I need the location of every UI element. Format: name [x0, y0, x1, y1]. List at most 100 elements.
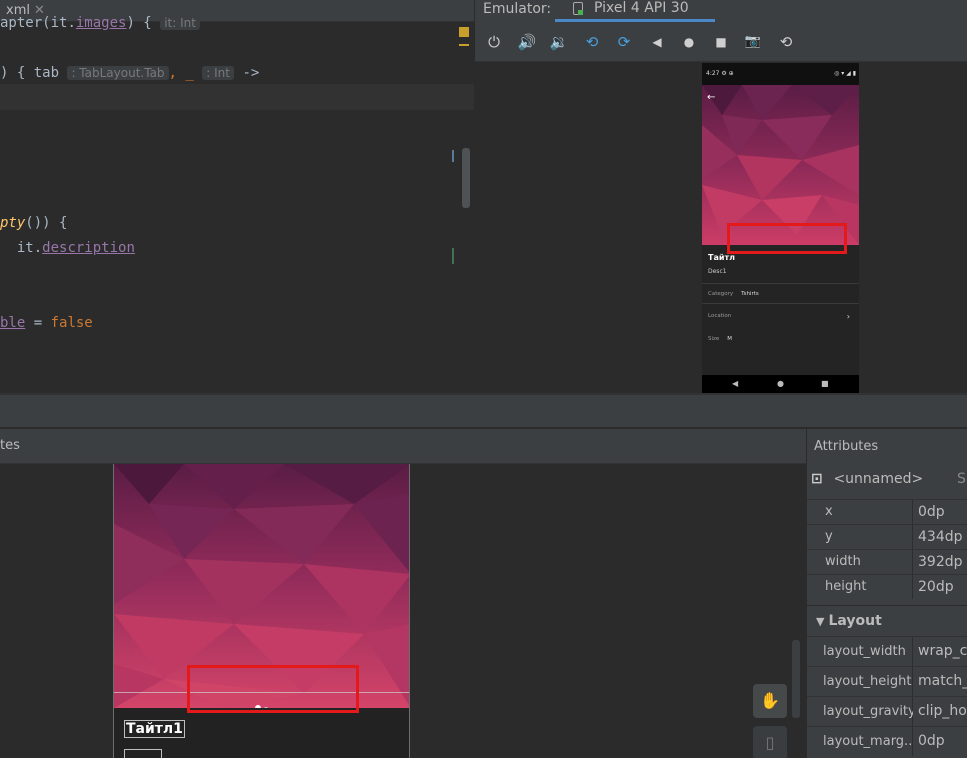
attr-row-x[interactable]: x 0dp	[807, 499, 967, 524]
code-line-4[interactable]: it.description	[0, 238, 135, 258]
size-value: M	[727, 336, 733, 342]
code-line-1[interactable]: apter(it.images) { it: Int	[0, 13, 200, 33]
attr-value[interactable]: match_	[913, 667, 967, 696]
layer-icon[interactable]: ▯	[753, 726, 787, 758]
emulator-toolbar: ⏻ 🔊 🔉 ⟲ ⟳ ◀ ● ■ 📷 ⟲	[475, 22, 967, 62]
layout-section-header[interactable]: ▼ Layout	[807, 605, 967, 636]
code-token: ) { tab	[0, 65, 60, 81]
canvas-scrollbar[interactable]	[792, 640, 800, 718]
category-label: Category	[708, 291, 734, 297]
phone-subtitle: Desc1	[708, 268, 727, 275]
code-line-5[interactable]: ble = false	[0, 313, 93, 333]
component-icon: ⊡	[811, 471, 823, 487]
code-token: pty	[0, 215, 26, 231]
layout-inspector-toolbar	[0, 395, 967, 428]
selection-highlight	[187, 665, 359, 713]
attr-value[interactable]: 0dp	[913, 727, 967, 756]
preview-title[interactable]: Тайтл1	[124, 720, 185, 738]
category-row: Category Tshirts	[708, 291, 759, 297]
attr-key: layout_height	[807, 667, 913, 696]
attr-row-height[interactable]: height 20dp	[807, 574, 967, 599]
emulator-label: Emulator:	[483, 1, 552, 17]
code-token: ) {	[126, 15, 152, 31]
emulator-header: Emulator: Pixel 4 API 30	[475, 0, 967, 22]
divider	[702, 303, 859, 304]
code-line-3[interactable]: pty()) {	[0, 213, 67, 233]
rotate-right-icon[interactable]: ⟳	[614, 32, 634, 52]
attr-value[interactable]: 434dp	[913, 525, 967, 549]
back-icon[interactable]: ◀	[647, 32, 667, 52]
phone-nav-bar: ◀ ● ■	[702, 375, 859, 393]
attributes-panel: Attributes ⊡ <unnamed> Sl x 0dp y 434dp …	[806, 429, 967, 758]
gutter-change-marker	[452, 150, 454, 162]
status-icons: ◎ ▾ ◢ ▮	[834, 70, 856, 77]
panel-label: tes	[0, 438, 20, 453]
back-arrow-icon[interactable]: ←	[707, 92, 715, 103]
attr-key: y	[807, 525, 913, 549]
attr-row-layout-gravity[interactable]: layout_gravity clip_ho	[807, 696, 967, 726]
tab-device[interactable]: Pixel 4 API 30	[555, 0, 715, 22]
code-token: description	[42, 240, 135, 256]
inlay-hint: : TabLayout.Tab	[67, 66, 169, 80]
device-preview[interactable]: Тайтл1	[113, 464, 410, 758]
gutter-change-marker	[452, 248, 454, 264]
inlay-hint: it: Int	[160, 16, 200, 30]
device-icon	[573, 2, 583, 15]
warning-marker[interactable]	[459, 27, 469, 37]
current-line-highlight	[0, 84, 474, 110]
attr-key: layout_gravity	[807, 697, 916, 726]
nav-recent-icon[interactable]: ■	[821, 379, 829, 388]
rotate-left-icon[interactable]: ⟲	[582, 32, 602, 52]
component-name: <unnamed>	[833, 471, 924, 487]
attr-row-width[interactable]: width 392dp	[807, 549, 967, 574]
overview-icon[interactable]: ■	[711, 32, 731, 52]
code-token: apter(	[0, 15, 51, 31]
attr-row-layout-height[interactable]: layout_height match_	[807, 666, 967, 696]
code-editor[interactable]: xml ✕ apter(it.images) { it: Int ) { tab …	[0, 0, 474, 393]
divider	[702, 283, 859, 284]
component-extra: Sl	[957, 471, 967, 487]
phone-status-bar: 4:27 ⚙ ⊕ ◎ ▾ ◢ ▮	[702, 63, 859, 85]
chevron-down-icon[interactable]: ▼	[816, 615, 824, 628]
phone-title: Тайтл	[708, 253, 735, 262]
status-time: 4:27 ⚙ ⊕	[706, 70, 734, 77]
attr-value[interactable]: 20dp	[913, 575, 967, 599]
attr-value[interactable]: 0dp	[913, 500, 967, 524]
code-token: , _	[168, 65, 194, 81]
location-row[interactable]: Location	[708, 313, 731, 319]
inlay-hint: : Int	[202, 66, 234, 80]
hero-image[interactable]	[702, 85, 859, 245]
pan-hand-icon[interactable]: ✋	[753, 684, 787, 718]
power-icon[interactable]: ⏻	[484, 32, 504, 52]
component-tree-header: tes	[0, 429, 806, 464]
layout-section-label: Layout	[828, 613, 882, 629]
code-token: images	[75, 15, 127, 31]
editor-scrollbar[interactable]	[462, 148, 470, 208]
snapshot-icon[interactable]: ⟲	[776, 32, 796, 52]
volume-down-icon[interactable]: 🔉	[549, 32, 569, 52]
preview-subtitle-bounds[interactable]	[124, 749, 162, 758]
attributes-title: Attributes	[814, 439, 879, 454]
device-tab-label: Pixel 4 API 30	[594, 0, 689, 16]
code-line-2[interactable]: ) { tab : TabLayout.Tab, _ : Int ->	[0, 63, 259, 83]
volume-up-icon[interactable]: 🔊	[517, 32, 537, 52]
code-token: it	[50, 15, 68, 31]
phone-screen[interactable]: 4:27 ⚙ ⊕ ◎ ▾ ◢ ▮ ← Тайтл Desc1 Category …	[702, 63, 859, 393]
attr-value[interactable]: 392dp	[913, 550, 967, 574]
warning-stripe[interactable]	[459, 44, 469, 46]
component-header: ⊡ <unnamed> Sl	[811, 471, 967, 487]
emulator-panel: Emulator: Pixel 4 API 30 ⏻ 🔊 🔉 ⟲ ⟳ ◀ ● ■…	[475, 0, 967, 393]
attr-row-layout-margin[interactable]: layout_marg... 0dp	[807, 726, 967, 756]
code-token: ()) {	[25, 215, 68, 231]
attr-value[interactable]: clip_ho	[913, 697, 967, 726]
code-token: ->	[242, 65, 260, 81]
attr-row-layout-width[interactable]: layout_width wrap_c	[807, 636, 967, 666]
chevron-right-icon[interactable]: ›	[847, 312, 850, 321]
home-icon[interactable]: ●	[679, 32, 699, 52]
nav-back-icon[interactable]: ◀	[732, 379, 738, 388]
attr-value[interactable]: wrap_c	[913, 637, 967, 666]
emulator-screen-area: 4:27 ⚙ ⊕ ◎ ▾ ◢ ▮ ← Тайтл Desc1 Category …	[475, 62, 967, 393]
camera-icon[interactable]: 📷	[743, 32, 763, 52]
nav-home-icon[interactable]: ●	[777, 379, 784, 388]
attr-row-y[interactable]: y 434dp	[807, 524, 967, 549]
